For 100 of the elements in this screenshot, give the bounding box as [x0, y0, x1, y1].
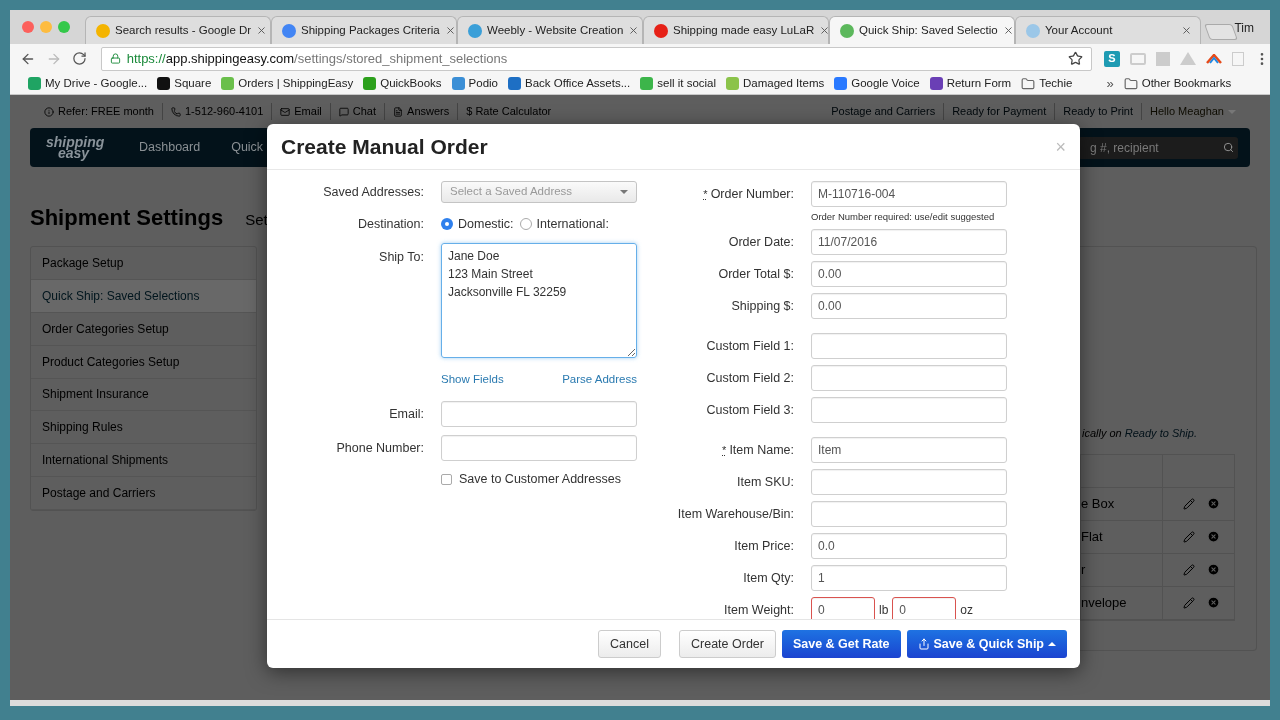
edit-icon[interactable]: [1183, 530, 1195, 543]
email-field[interactable]: [441, 401, 637, 427]
close-icon[interactable]: [444, 25, 456, 36]
text-field[interactable]: 11/07/2016: [811, 229, 1007, 255]
field-label: Phone Number:: [336, 439, 424, 457]
text-field[interactable]: 0.00: [811, 261, 1007, 287]
radio-button[interactable]: [441, 218, 453, 231]
table-cell: e Box: [1081, 487, 1163, 520]
phone-field[interactable]: [441, 435, 637, 461]
logo[interactable]: shipping easy: [46, 136, 108, 159]
text-field[interactable]: [811, 365, 1007, 391]
note-text: ically on Ready to Ship.: [1082, 426, 1198, 441]
close-icon[interactable]: [256, 25, 268, 36]
text-field[interactable]: 0.0: [811, 533, 1007, 559]
tab-title: Search results - Google Dr: [115, 22, 252, 38]
close-icon[interactable]: [819, 25, 831, 36]
bookmark[interactable]: Podio: [451, 74, 498, 93]
edit-icon[interactable]: [1183, 596, 1195, 609]
arc-icon[interactable]: [1206, 53, 1222, 64]
tab-title: Shipping Packages Criteria: [301, 22, 440, 38]
bookmark-label: Return Form: [946, 75, 1012, 91]
weight-field[interactable]: 0: [811, 597, 875, 619]
field-label: Shipping $:: [731, 297, 794, 315]
address-link[interactable]: Parse Address: [562, 370, 637, 388]
field-label: Destination:: [358, 216, 424, 233]
bookmark[interactable]: QuickBooks: [363, 74, 442, 93]
weight-field[interactable]: 0: [892, 597, 957, 619]
close-window-icon[interactable]: [22, 21, 34, 33]
checkbox-label: Save to Customer Addresses: [459, 471, 621, 488]
site-icon: [468, 23, 482, 38]
bookmark[interactable]: Techie: [1021, 74, 1073, 93]
text-field[interactable]: [811, 469, 1007, 495]
browser-tab[interactable]: Search results - Google Dr: [85, 16, 271, 44]
unit-label: lb: [879, 602, 889, 619]
text-field[interactable]: 1: [811, 565, 1007, 591]
close-icon[interactable]: [1002, 25, 1014, 36]
search-placeholder: g #, recipient: [1090, 139, 1159, 157]
radio-button[interactable]: [519, 218, 532, 231]
bookmark-label: Techie: [1039, 75, 1073, 91]
bookmark[interactable]: Other Bookmarks: [1123, 74, 1232, 93]
delete-icon[interactable]: [1207, 563, 1220, 576]
field-label: Item Price:: [734, 537, 794, 555]
search-field[interactable]: g #, recipient: [1078, 136, 1238, 159]
field-label: Order Number:: [710, 185, 794, 203]
bookmark-label: sell it social: [657, 75, 717, 91]
quick-ship-button[interactable]: Save & Quick Ship: [906, 630, 1067, 658]
browser-tab[interactable]: Quick Ship: Saved Selectio: [829, 16, 1015, 44]
checkbox[interactable]: [441, 473, 452, 485]
folder-icon: [1021, 76, 1036, 91]
dialog-button[interactable]: Save & Get Rate: [781, 630, 901, 658]
table-cell: nvelope: [1081, 586, 1163, 619]
nav-link[interactable]: Dashboard: [139, 138, 201, 157]
folder-icon: [1123, 76, 1138, 91]
search-icon[interactable]: [1223, 142, 1234, 153]
delete-icon[interactable]: [1207, 596, 1220, 609]
reload-icon[interactable]: [71, 51, 87, 66]
bookmark[interactable]: Square: [157, 74, 212, 93]
delete-icon[interactable]: [1207, 497, 1220, 510]
util-icon: [338, 106, 349, 117]
text-field[interactable]: 0.00: [811, 293, 1007, 319]
text-field[interactable]: Item: [811, 437, 1007, 463]
field-label: Order Total $:: [718, 265, 794, 283]
caret-icon: [1228, 109, 1236, 114]
browser-tab[interactable]: Shipping made easy LuLaR: [643, 16, 829, 44]
dialog-button[interactable]: Cancel: [598, 630, 661, 658]
bookmark[interactable]: Back Office Assets...: [508, 74, 631, 93]
text-field[interactable]: M-110716-004: [811, 181, 1007, 207]
bookmark[interactable]: My Drive - Google...: [28, 74, 148, 93]
unit-label: oz: [960, 602, 974, 619]
bookmark[interactable]: Orders | ShippingEasy: [221, 74, 354, 93]
close-icon[interactable]: [628, 25, 640, 36]
radio-label: Domestic:: [458, 216, 514, 233]
site-icon: [1026, 23, 1040, 38]
site-icon: [640, 77, 654, 90]
close-icon[interactable]: [1181, 25, 1192, 36]
nav-link[interactable]: Quick: [231, 138, 264, 157]
text-field[interactable]: [811, 333, 1007, 359]
edit-icon[interactable]: [1183, 497, 1195, 510]
bookmark[interactable]: sell it social: [640, 74, 717, 93]
browser-tab[interactable]: Shipping Packages Criteria: [271, 16, 457, 44]
share-icon: [917, 638, 930, 650]
address-bar[interactable]: https://app.shippingeasy.com/settings/stored_shipment_selections: [100, 46, 1092, 71]
browser-tab[interactable]: Weebly - Website Creation: [457, 16, 643, 44]
ship-to-field[interactable]: Jane Doe 123 Main Street Jacksonville FL 32259: [441, 242, 637, 358]
bookmark-star-icon[interactable]: [1068, 51, 1083, 66]
tab-title: Weebly - Website Creation: [487, 22, 624, 38]
profile-name[interactable]: Tim: [1234, 19, 1254, 37]
edit-icon[interactable]: [1183, 563, 1195, 576]
overflow-chevron[interactable]: »: [1106, 73, 1114, 94]
dialog-button[interactable]: Create Order: [679, 630, 776, 658]
browser-tab[interactable]: Your Account: [1015, 16, 1201, 44]
bookmark[interactable]: Google Voice: [834, 74, 920, 93]
site-icon: [654, 23, 668, 38]
delete-icon[interactable]: [1207, 530, 1220, 543]
bookmark[interactable]: Damaged Items: [726, 74, 825, 93]
bookmark[interactable]: Return Form: [929, 74, 1012, 93]
bookmark-label: Back Office Assets...: [525, 75, 631, 91]
address-link[interactable]: Show Fields: [441, 370, 504, 388]
text-field[interactable]: [811, 397, 1007, 423]
text-field[interactable]: [811, 501, 1007, 527]
